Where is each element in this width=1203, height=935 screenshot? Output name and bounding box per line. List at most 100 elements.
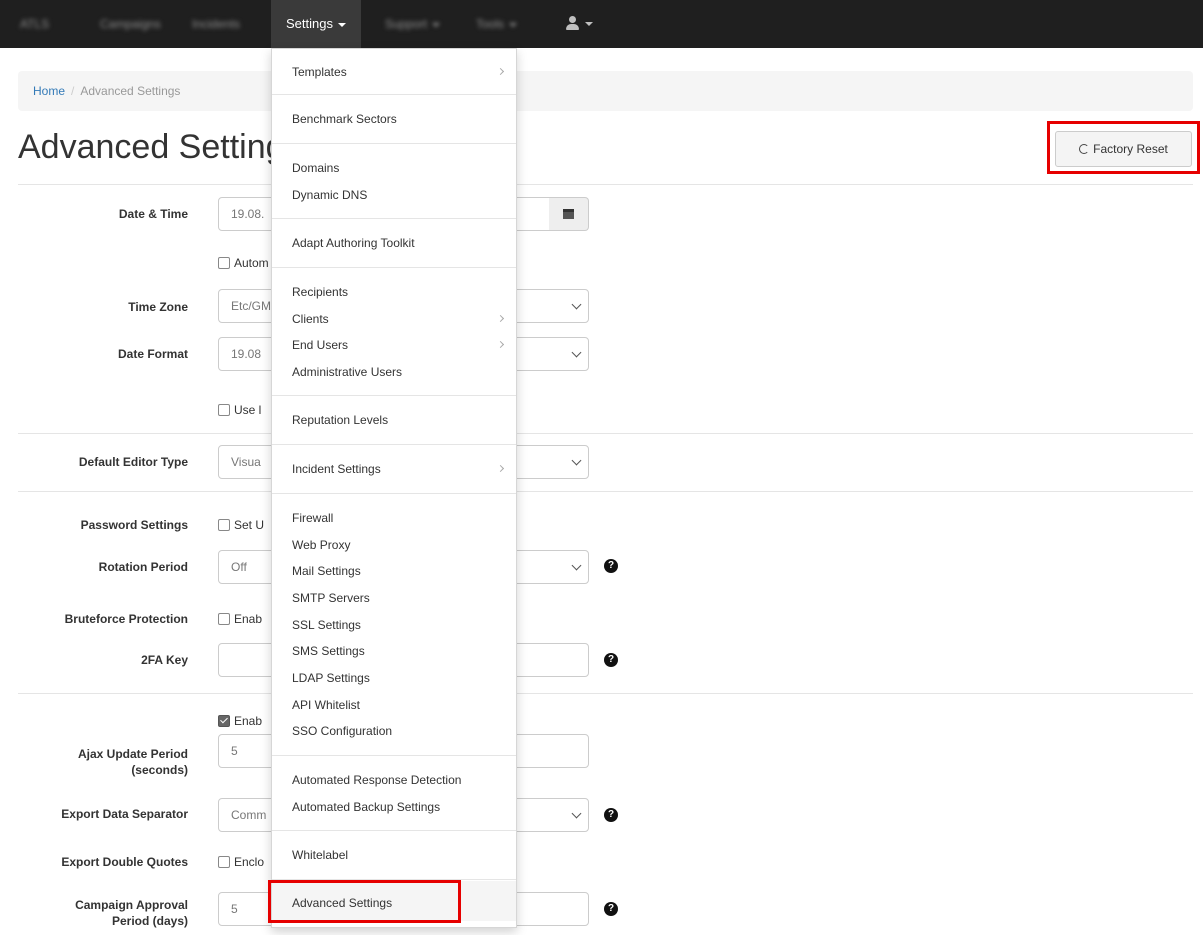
divider (18, 184, 1193, 185)
highlight-advanced-settings (268, 880, 461, 923)
user-icon (569, 16, 576, 23)
bruteforce-checkbox-label: Enab (234, 612, 263, 626)
auto-checkbox-label: Autom (234, 256, 269, 270)
export-separator-label: Export Data Separator (61, 807, 188, 821)
nav-settings-label: Settings (286, 16, 333, 31)
menu-item-smtp-servers[interactable]: SMTP Servers (292, 590, 370, 606)
user-icon-body (566, 24, 579, 30)
menu-item-ssl-settings[interactable]: SSL Settings (292, 617, 361, 633)
enable-checkbox[interactable]: Enab (218, 714, 262, 728)
help-icon[interactable]: ? (604, 808, 618, 822)
nav-support-label: Support (385, 17, 428, 31)
breadcrumb-separator: / (71, 84, 75, 98)
caret-down-icon (337, 22, 346, 27)
menu-divider (272, 493, 516, 494)
help-icon[interactable]: ? (604, 902, 618, 916)
password-checkbox[interactable]: Set U (218, 518, 264, 532)
menu-item-sso-configuration[interactable]: SSO Configuration (292, 723, 392, 739)
top-navbar: ATLS Campaigns Incidents Settings Suppor… (0, 0, 1203, 48)
time-zone-label: Time Zone (128, 300, 188, 314)
nav-support[interactable]: Support (385, 0, 441, 48)
menu-item-web-proxy[interactable]: Web Proxy (292, 537, 350, 553)
rotation-period-label: Rotation Period (98, 560, 188, 574)
checkbox-icon (218, 257, 230, 269)
checkbox-icon (218, 519, 230, 531)
date-format-label: Date Format (117, 347, 188, 361)
divider (18, 693, 1193, 694)
brand-logo[interactable]: ATLS (20, 0, 49, 48)
caret-down-icon (432, 22, 441, 27)
bruteforce-checkbox[interactable]: Enab (218, 612, 262, 626)
approval-period-label-line1: Campaign Approval (75, 898, 188, 912)
editor-type-label: Default Editor Type (78, 455, 188, 469)
menu-item-dynamic-dns[interactable]: Dynamic DNS (292, 187, 367, 203)
use-checkbox[interactable]: Use l (218, 403, 261, 417)
menu-item-end-users[interactable]: End Users (292, 337, 348, 353)
caret-down-icon (585, 22, 593, 26)
export-quotes-label: Export Double Quotes (61, 855, 188, 869)
menu-item-firewall[interactable]: Firewall (292, 510, 333, 526)
password-checkbox-label: Set U (234, 518, 265, 532)
page-title: Advanced Settings (18, 128, 302, 166)
breadcrumb-current: Advanced Settings (80, 84, 181, 98)
chevron-right-icon (496, 340, 505, 349)
chevron-right-icon (496, 314, 505, 323)
chevron-right-icon (496, 464, 505, 473)
calendar-button[interactable] (549, 197, 589, 231)
menu-item-incident-settings[interactable]: Incident Settings (292, 461, 381, 477)
menu-divider (272, 143, 516, 144)
user-menu[interactable] (563, 0, 603, 48)
nav-settings[interactable]: Settings (271, 0, 361, 48)
date-time-label: Date & Time (118, 207, 188, 221)
approval-period-label-line2: Period (days) (111, 914, 188, 928)
menu-item-recipients[interactable]: Recipients (292, 284, 348, 300)
menu-item-response-detection[interactable]: Automated Response Detection (292, 772, 461, 788)
breadcrumb-home[interactable]: Home (33, 84, 65, 98)
nav-campaigns[interactable]: Campaigns (100, 0, 161, 48)
menu-item-templates[interactable]: Templates (292, 64, 347, 80)
menu-item-api-whitelist[interactable]: API Whitelist (292, 697, 360, 713)
menu-item-benchmark-sectors[interactable]: Benchmark Sectors (292, 111, 397, 127)
menu-item-adapt-authoring[interactable]: Adapt Authoring Toolkit (292, 235, 415, 251)
auto-checkbox[interactable]: Autom (218, 256, 269, 270)
ajax-period-label-line1: Ajax Update Period (77, 747, 188, 761)
divider (18, 433, 1193, 434)
calendar-icon (563, 209, 574, 219)
menu-item-mail-settings[interactable]: Mail Settings (292, 563, 361, 579)
nav-tools-label: Tools (476, 17, 505, 31)
menu-divider (272, 755, 516, 756)
help-icon[interactable]: ? (604, 653, 618, 667)
use-checkbox-label: Use l (234, 403, 262, 417)
approval-period-label: Campaign Approval Period (days) (18, 897, 188, 929)
export-quotes-checkbox-label: Enclo (234, 855, 265, 869)
ajax-period-label-line2: (seconds) (131, 763, 188, 777)
menu-item-whitelabel[interactable]: Whitelabel (292, 847, 348, 863)
export-quotes-checkbox[interactable]: Enclo (218, 855, 264, 869)
enable-checkbox-label: Enab (234, 714, 263, 728)
help-icon[interactable]: ? (604, 559, 618, 573)
nav-tools[interactable]: Tools (476, 0, 518, 48)
nav-incidents[interactable]: Incidents (192, 0, 240, 48)
checkbox-icon (218, 613, 230, 625)
menu-item-sms-settings[interactable]: SMS Settings (292, 643, 365, 659)
caret-down-icon (509, 22, 518, 27)
menu-item-reputation-levels[interactable]: Reputation Levels (292, 412, 388, 428)
divider (18, 491, 1193, 492)
checkbox-icon (218, 856, 230, 868)
bruteforce-label: Bruteforce Protection (64, 612, 188, 626)
menu-item-clients[interactable]: Clients (292, 311, 329, 327)
menu-divider (272, 444, 516, 445)
checkbox-checked-icon (218, 715, 230, 727)
chevron-right-icon (496, 67, 505, 76)
menu-divider (272, 94, 516, 95)
menu-divider (272, 267, 516, 268)
twofa-label: 2FA Key (141, 653, 188, 667)
menu-item-ldap-settings[interactable]: LDAP Settings (292, 670, 370, 686)
menu-item-domains[interactable]: Domains (292, 160, 339, 176)
settings-dropdown-menu: Templates Benchmark Sectors Domains Dyna… (271, 48, 517, 928)
menu-item-administrative-users[interactable]: Administrative Users (292, 364, 402, 380)
menu-item-backup-settings[interactable]: Automated Backup Settings (292, 799, 440, 815)
menu-divider (272, 218, 516, 219)
menu-divider (272, 830, 516, 831)
highlight-factory-reset (1047, 121, 1200, 174)
